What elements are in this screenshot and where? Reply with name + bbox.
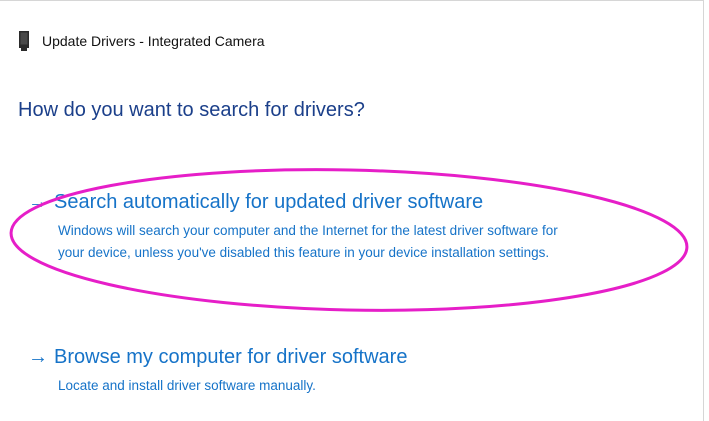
- update-drivers-dialog: Update Drivers - Integrated Camera How d…: [0, 0, 704, 421]
- search-automatically-option[interactable]: → Search automatically for updated drive…: [28, 191, 558, 264]
- browse-computer-description: Locate and install driver software manua…: [58, 375, 407, 397]
- browse-computer-title[interactable]: Browse my computer for driver software: [54, 346, 407, 369]
- device-icon: [18, 31, 30, 51]
- arrow-right-icon: →: [28, 191, 48, 213]
- page-heading: How do you want to search for drivers?: [18, 99, 365, 121]
- dialog-title: Update Drivers - Integrated Camera: [42, 33, 265, 49]
- arrow-right-icon: →: [28, 346, 48, 368]
- description-line: Windows will search your computer and th…: [58, 223, 558, 238]
- search-automatically-description: Windows will search your computer and th…: [58, 220, 558, 264]
- description-line: Locate and install driver software manua…: [58, 378, 316, 393]
- search-automatically-title[interactable]: Search automatically for updated driver …: [54, 191, 483, 214]
- dialog-title-bar: Update Drivers - Integrated Camera: [18, 31, 265, 51]
- description-line: your device, unless you've disabled this…: [58, 245, 550, 260]
- browse-computer-option[interactable]: → Browse my computer for driver software…: [28, 346, 407, 397]
